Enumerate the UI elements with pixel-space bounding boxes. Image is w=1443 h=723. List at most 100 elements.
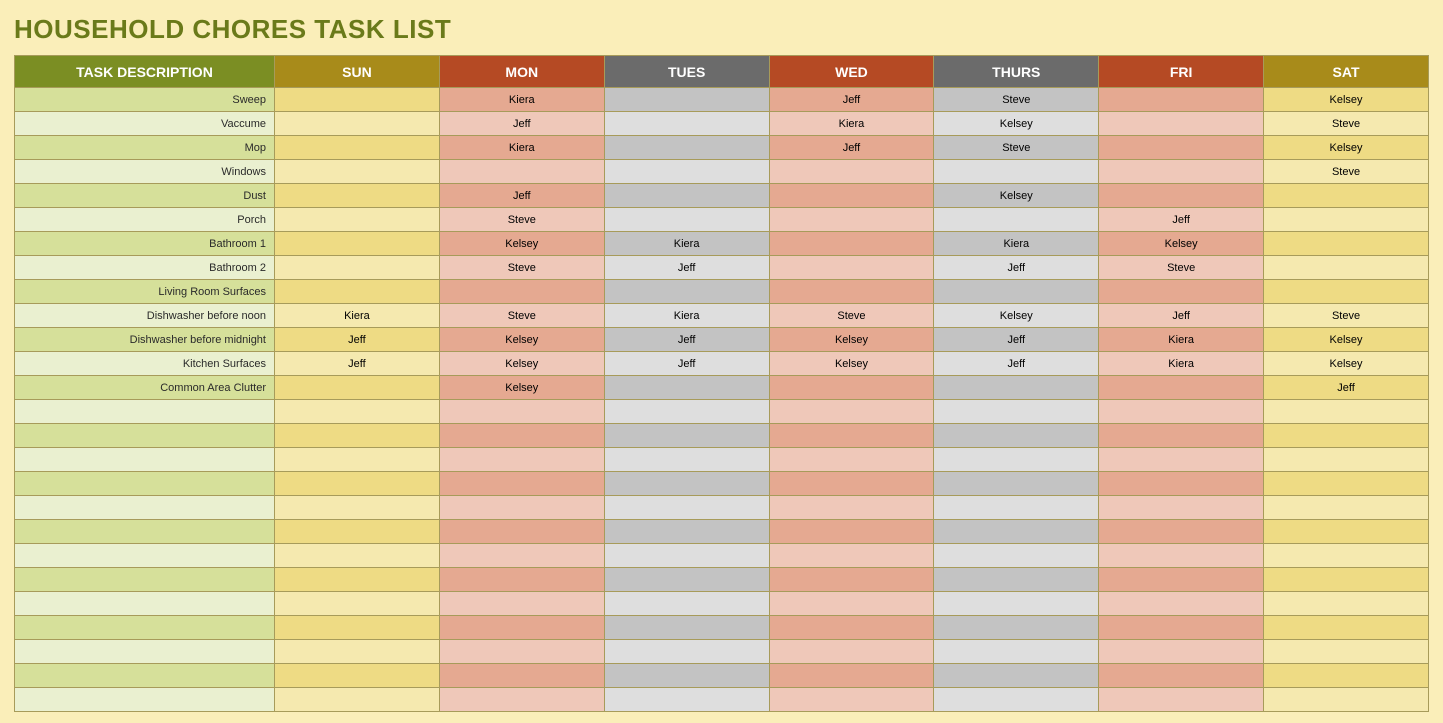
- cell-wed[interactable]: [769, 184, 934, 208]
- task-description-cell[interactable]: [15, 424, 275, 448]
- cell-thurs[interactable]: [934, 616, 1099, 640]
- cell-sat[interactable]: [1264, 544, 1429, 568]
- cell-sat[interactable]: [1264, 520, 1429, 544]
- cell-fri[interactable]: Jeff: [1099, 304, 1264, 328]
- cell-sun[interactable]: Kiera: [275, 304, 440, 328]
- cell-sun[interactable]: [275, 664, 440, 688]
- cell-sun[interactable]: [275, 184, 440, 208]
- task-description-cell[interactable]: Bathroom 2: [15, 256, 275, 280]
- cell-sun[interactable]: [275, 640, 440, 664]
- task-description-cell[interactable]: [15, 472, 275, 496]
- cell-thurs[interactable]: [934, 448, 1099, 472]
- cell-tues[interactable]: Kiera: [604, 232, 769, 256]
- cell-wed[interactable]: [769, 256, 934, 280]
- cell-tues[interactable]: Jeff: [604, 352, 769, 376]
- cell-fri[interactable]: Kiera: [1099, 352, 1264, 376]
- cell-mon[interactable]: Kiera: [439, 136, 604, 160]
- cell-sun[interactable]: [275, 520, 440, 544]
- cell-sun[interactable]: [275, 256, 440, 280]
- cell-sat[interactable]: Steve: [1264, 112, 1429, 136]
- cell-sat[interactable]: Kelsey: [1264, 88, 1429, 112]
- cell-sun[interactable]: [275, 136, 440, 160]
- cell-tues[interactable]: [604, 568, 769, 592]
- cell-sat[interactable]: [1264, 280, 1429, 304]
- cell-sat[interactable]: [1264, 184, 1429, 208]
- cell-tues[interactable]: [604, 136, 769, 160]
- cell-wed[interactable]: [769, 400, 934, 424]
- task-description-cell[interactable]: Common Area Clutter: [15, 376, 275, 400]
- cell-mon[interactable]: [439, 664, 604, 688]
- cell-fri[interactable]: [1099, 400, 1264, 424]
- task-description-cell[interactable]: Vaccume: [15, 112, 275, 136]
- task-description-cell[interactable]: Dishwasher before noon: [15, 304, 275, 328]
- cell-thurs[interactable]: [934, 208, 1099, 232]
- task-description-cell[interactable]: [15, 448, 275, 472]
- cell-sat[interactable]: [1264, 208, 1429, 232]
- cell-sat[interactable]: [1264, 592, 1429, 616]
- task-description-cell[interactable]: Dust: [15, 184, 275, 208]
- cell-thurs[interactable]: Steve: [934, 136, 1099, 160]
- cell-tues[interactable]: [604, 688, 769, 712]
- cell-mon[interactable]: [439, 520, 604, 544]
- cell-sun[interactable]: [275, 160, 440, 184]
- cell-sat[interactable]: [1264, 688, 1429, 712]
- cell-wed[interactable]: [769, 664, 934, 688]
- task-description-cell[interactable]: [15, 544, 275, 568]
- cell-thurs[interactable]: Jeff: [934, 256, 1099, 280]
- cell-tues[interactable]: Kiera: [604, 304, 769, 328]
- cell-tues[interactable]: [604, 112, 769, 136]
- cell-sun[interactable]: Jeff: [275, 352, 440, 376]
- cell-mon[interactable]: [439, 400, 604, 424]
- cell-fri[interactable]: [1099, 184, 1264, 208]
- cell-sun[interactable]: [275, 472, 440, 496]
- cell-wed[interactable]: [769, 160, 934, 184]
- cell-mon[interactable]: [439, 280, 604, 304]
- task-description-cell[interactable]: [15, 592, 275, 616]
- cell-mon[interactable]: Kelsey: [439, 328, 604, 352]
- cell-thurs[interactable]: [934, 568, 1099, 592]
- cell-wed[interactable]: [769, 520, 934, 544]
- cell-sat[interactable]: [1264, 448, 1429, 472]
- cell-sat[interactable]: Steve: [1264, 160, 1429, 184]
- cell-thurs[interactable]: Kiera: [934, 232, 1099, 256]
- cell-thurs[interactable]: [934, 544, 1099, 568]
- cell-fri[interactable]: [1099, 664, 1264, 688]
- cell-sun[interactable]: [275, 424, 440, 448]
- cell-tues[interactable]: [604, 208, 769, 232]
- cell-sun[interactable]: [275, 496, 440, 520]
- cell-tues[interactable]: [604, 472, 769, 496]
- cell-sat[interactable]: [1264, 640, 1429, 664]
- cell-mon[interactable]: Steve: [439, 304, 604, 328]
- cell-sun[interactable]: [275, 616, 440, 640]
- cell-sat[interactable]: [1264, 664, 1429, 688]
- cell-sat[interactable]: Kelsey: [1264, 136, 1429, 160]
- cell-sat[interactable]: Jeff: [1264, 376, 1429, 400]
- task-description-cell[interactable]: [15, 520, 275, 544]
- cell-mon[interactable]: [439, 496, 604, 520]
- cell-sun[interactable]: [275, 544, 440, 568]
- cell-wed[interactable]: Kelsey: [769, 328, 934, 352]
- cell-thurs[interactable]: [934, 496, 1099, 520]
- cell-tues[interactable]: [604, 400, 769, 424]
- cell-wed[interactable]: [769, 208, 934, 232]
- cell-mon[interactable]: Jeff: [439, 112, 604, 136]
- cell-tues[interactable]: [604, 592, 769, 616]
- cell-sat[interactable]: [1264, 616, 1429, 640]
- task-description-cell[interactable]: Sweep: [15, 88, 275, 112]
- cell-wed[interactable]: [769, 640, 934, 664]
- cell-fri[interactable]: [1099, 160, 1264, 184]
- cell-mon[interactable]: Kelsey: [439, 376, 604, 400]
- cell-tues[interactable]: [604, 616, 769, 640]
- cell-mon[interactable]: [439, 424, 604, 448]
- cell-sat[interactable]: [1264, 424, 1429, 448]
- cell-sun[interactable]: [275, 568, 440, 592]
- task-description-cell[interactable]: Mop: [15, 136, 275, 160]
- cell-fri[interactable]: [1099, 688, 1264, 712]
- cell-mon[interactable]: [439, 688, 604, 712]
- task-description-cell[interactable]: Dishwasher before midnight: [15, 328, 275, 352]
- task-description-cell[interactable]: [15, 400, 275, 424]
- cell-thurs[interactable]: [934, 400, 1099, 424]
- cell-mon[interactable]: [439, 472, 604, 496]
- cell-thurs[interactable]: Kelsey: [934, 304, 1099, 328]
- cell-wed[interactable]: [769, 472, 934, 496]
